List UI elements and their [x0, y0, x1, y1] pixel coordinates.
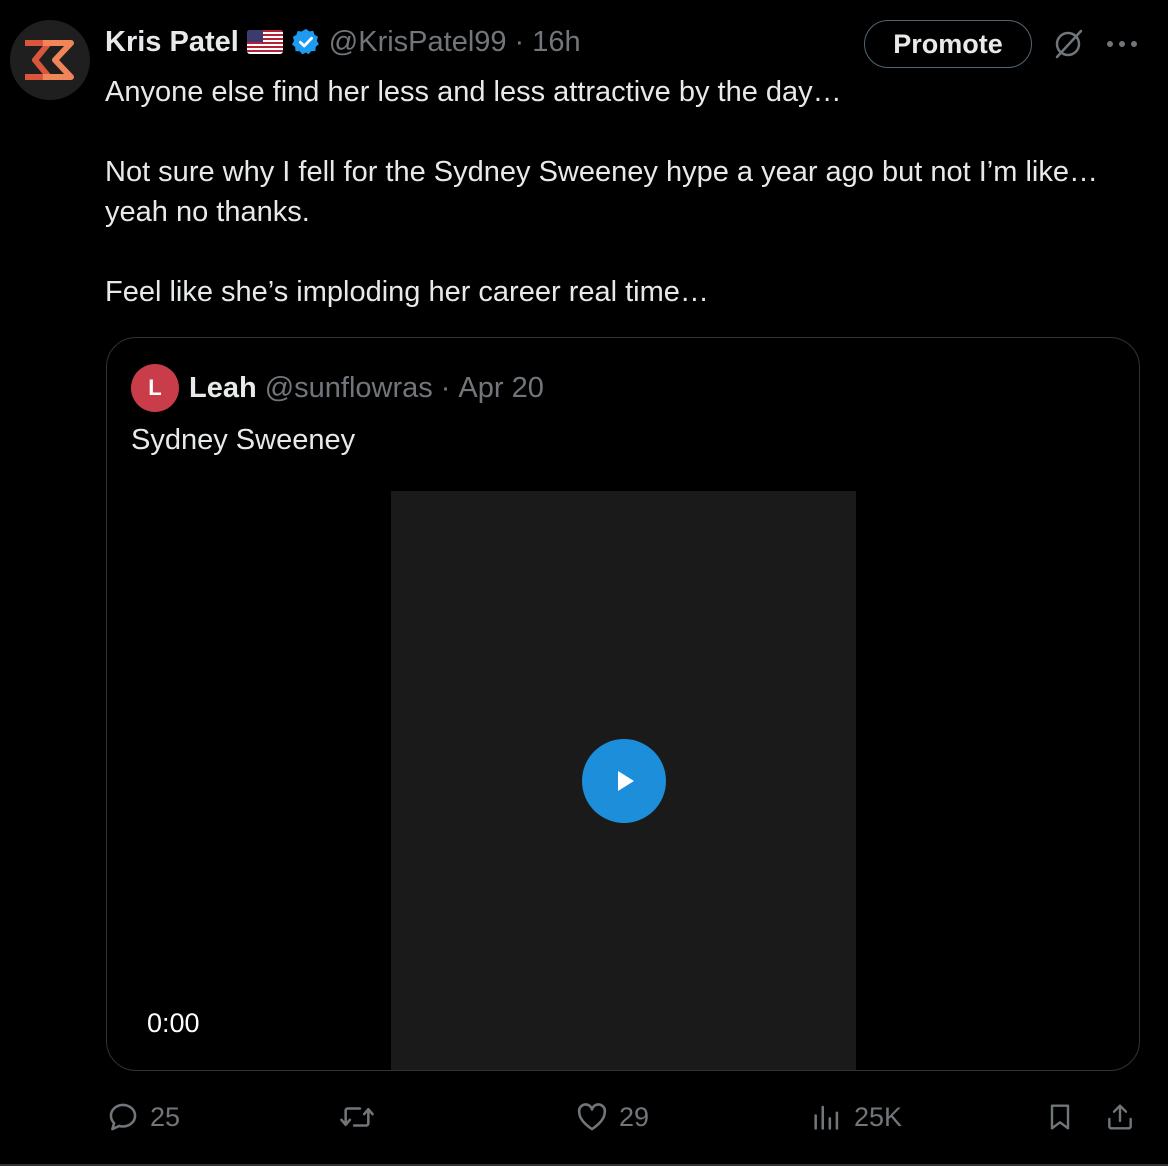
reply-icon	[109, 1103, 137, 1131]
bookmark-icon	[1050, 1104, 1070, 1130]
views-icon	[814, 1105, 839, 1130]
tweet-text: Anyone else find her less and less attra…	[105, 76, 1098, 308]
author-name[interactable]: Kris Patel	[105, 26, 239, 59]
separator-dot: ·	[514, 25, 525, 58]
quoted-handle[interactable]: @sunflowras	[265, 372, 433, 405]
more-icon	[1107, 41, 1137, 47]
verified-badge-icon	[291, 28, 319, 55]
reply-count: 25	[150, 1101, 181, 1132]
us-flag-icon	[246, 30, 283, 54]
repost-button[interactable]	[338, 1092, 386, 1142]
share-icon	[1108, 1104, 1132, 1130]
play-icon[interactable]	[581, 739, 666, 823]
post-time[interactable]: 16h	[532, 26, 580, 59]
zigzag-logo-icon	[25, 40, 74, 80]
reply-button[interactable]: 25	[106, 1092, 180, 1142]
promote-button[interactable]: Promote	[864, 20, 1032, 68]
like-button[interactable]: 29	[575, 1092, 649, 1142]
quoted-separator-dot: ·	[440, 371, 451, 404]
author-avatar[interactable]	[10, 20, 90, 100]
grok-button[interactable]	[1048, 24, 1088, 64]
action-bar: 25 29 25K	[0, 1092, 1168, 1142]
repost-icon	[340, 1107, 374, 1127]
views-button[interactable]: 25K	[810, 1092, 902, 1142]
video-timestamp: 0:00	[147, 1008, 200, 1038]
like-count: 29	[619, 1101, 650, 1132]
quoted-header: L Leah @sunflowras · Apr 20	[131, 364, 544, 412]
quoted-text: Sydney Sweeney	[131, 424, 356, 456]
view-count: 25K	[854, 1101, 903, 1132]
quoted-name[interactable]: Leah	[189, 372, 257, 405]
tweet-header: Kris Patel @KrisPatel99 · 16h	[105, 22, 581, 62]
more-button[interactable]	[1102, 24, 1142, 64]
quoted-tweet[interactable]: L Leah @sunflowras · Apr 20 Sydney Sween…	[106, 337, 1140, 1071]
video-placeholder[interactable]	[391, 491, 856, 1070]
like-icon	[577, 1103, 607, 1131]
quoted-date[interactable]: Apr 20	[458, 372, 543, 405]
share-button[interactable]	[1104, 1092, 1136, 1142]
author-handle[interactable]: @KrisPatel99	[329, 26, 507, 59]
grok-icon	[1055, 29, 1083, 59]
bookmark-button[interactable]	[1044, 1092, 1076, 1142]
quoted-avatar[interactable]: L	[131, 364, 179, 412]
